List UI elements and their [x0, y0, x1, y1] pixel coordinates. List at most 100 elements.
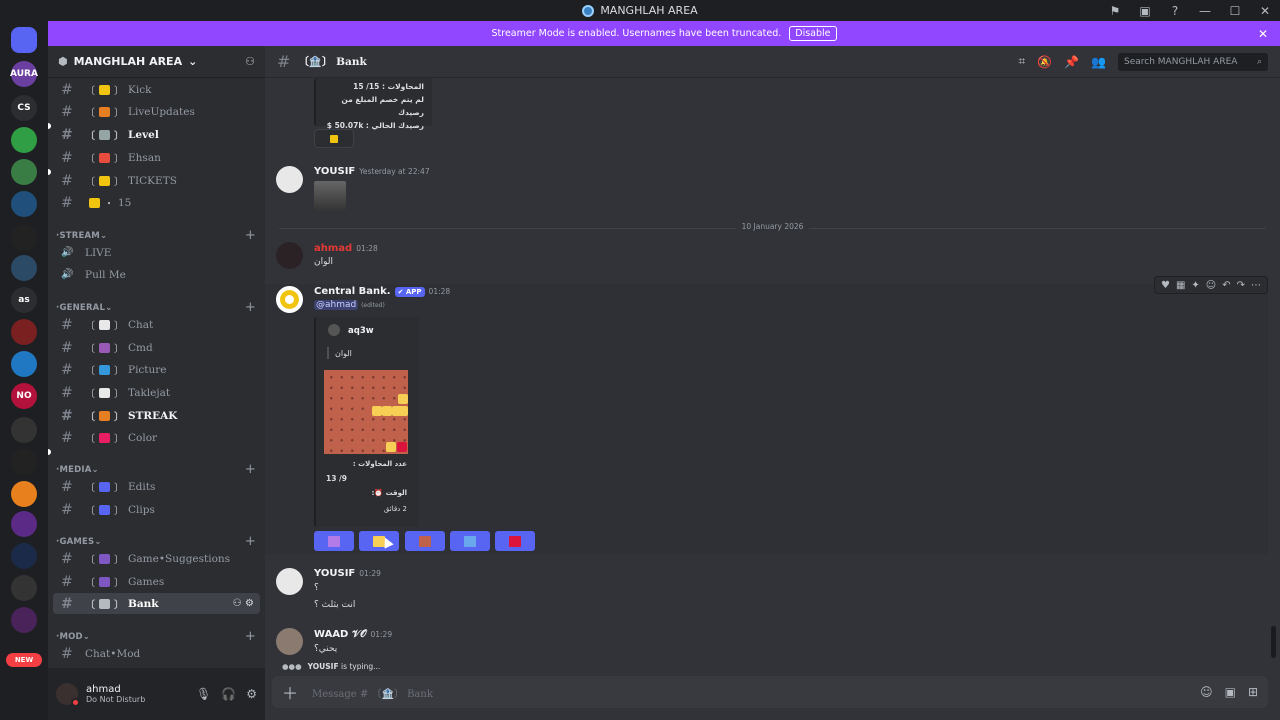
server-icon[interactable]	[11, 255, 37, 281]
author-name[interactable]: WAAD 𝒱𝒪	[314, 629, 366, 640]
new-badge[interactable]: NEW	[6, 653, 42, 667]
sparkle-reaction-icon[interactable]: ✦	[1191, 280, 1199, 291]
avatar[interactable]	[56, 683, 80, 707]
microphone-icon[interactable]: 🎙	[196, 687, 211, 701]
server-icon[interactable]	[11, 417, 37, 443]
avatar[interactable]	[276, 166, 303, 193]
category-header[interactable]: · GAMES ⌄ +	[56, 534, 256, 549]
server-icon[interactable]	[11, 449, 37, 475]
sticker-reaction-icon[interactable]: ▦	[1176, 280, 1185, 291]
sticker-icon[interactable]: ▣	[1225, 685, 1236, 699]
server-icon[interactable]: CS	[11, 95, 37, 121]
inbox-icon[interactable]: ▣	[1130, 4, 1160, 18]
channel-item[interactable]: # 〔 〕 Bank ⚇ ⚙	[53, 593, 260, 614]
user-mention[interactable]: @ahmad	[314, 300, 359, 310]
channel-item[interactable]: # 〔 〕 Games	[53, 571, 260, 592]
channel-settings-icon[interactable]: ⚇ ⚙	[233, 598, 254, 609]
category-header[interactable]: · MEDIA ⌄ +	[56, 462, 256, 477]
forward-icon[interactable]: ↷	[1237, 280, 1245, 291]
avatar[interactable]	[276, 242, 303, 269]
color-choice-button[interactable]	[450, 531, 490, 551]
minimize-button[interactable]: —	[1190, 4, 1220, 18]
channel-item[interactable]: # 〔 〕 Ehsan	[53, 147, 260, 168]
color-choice-button[interactable]	[314, 531, 354, 551]
channel-item[interactable]: # 〔 〕 Level	[53, 124, 260, 145]
add-member-icon[interactable]: ⚇	[245, 55, 255, 68]
channel-item[interactable]: # 〔 〕 Cmd	[53, 337, 260, 358]
channel-item[interactable]: # Chat•Mod	[53, 643, 260, 664]
add-channel-icon[interactable]: +	[245, 228, 256, 243]
channel-item[interactable]: 🔊 Pull Me	[53, 264, 260, 285]
add-channel-icon[interactable]: +	[245, 462, 256, 477]
channel-item[interactable]: # 〔 〕 Clips	[53, 499, 260, 520]
channel-item[interactable]: # 〔 〕 Game•Suggestions	[53, 548, 260, 569]
category-header[interactable]: · STREAM ⌄ +	[56, 228, 256, 243]
member-list-icon[interactable]: 👥	[1091, 55, 1106, 69]
channel-item[interactable]: # 〔 〕 TICKETS	[53, 170, 260, 191]
color-choice-button[interactable]	[359, 531, 399, 551]
category-header[interactable]: · GENERAL ⌄ +	[56, 300, 256, 315]
author-name[interactable]: ahmad	[314, 243, 352, 254]
server-icon[interactable]	[11, 511, 37, 537]
channel-item[interactable]: # 〔 〕 Taklejat	[53, 382, 260, 403]
channel-item[interactable]: # 〔 〕 Kick	[53, 79, 260, 100]
server-icon[interactable]: as	[11, 287, 37, 313]
author-name[interactable]: YOUSIF	[314, 568, 355, 579]
flag-icon[interactable]: ⚑	[1100, 4, 1130, 18]
more-icon[interactable]: ⋯	[1251, 280, 1261, 291]
author-name[interactable]: Central Bank.	[314, 286, 391, 297]
server-icon[interactable]	[11, 543, 37, 569]
heart-reaction-icon[interactable]: ♥	[1161, 280, 1170, 291]
channel-item[interactable]: # 〔 〕 Picture	[53, 359, 260, 380]
pin-icon[interactable]: 📌	[1064, 55, 1079, 69]
channel-item[interactable]: # 〔 〕 Chat	[53, 314, 260, 335]
server-header[interactable]: ⬢ MANGHLAH AREA ⌄ ⚇	[48, 46, 265, 78]
server-icon[interactable]	[11, 575, 37, 601]
channel-item[interactable]: # 〔 〕 Color	[53, 427, 260, 448]
server-icon[interactable]	[11, 127, 37, 153]
close-button[interactable]: ✕	[1250, 4, 1280, 18]
threads-icon[interactable]: ⌗	[1018, 54, 1025, 69]
server-icon[interactable]	[11, 225, 37, 251]
add-channel-icon[interactable]: +	[245, 534, 256, 549]
server-icon[interactable]	[11, 191, 37, 217]
channel-item[interactable]: # 〔 〕 Edits	[53, 476, 260, 497]
channel-item[interactable]: # ・ 15	[53, 192, 260, 213]
message-input[interactable]: Message # 〔🏦〕 Bank	[312, 685, 433, 700]
server-icon[interactable]: NO	[11, 383, 37, 409]
disable-button[interactable]: Disable	[789, 26, 837, 41]
close-banner-icon[interactable]: ✕	[1258, 27, 1268, 41]
reaction-chip[interactable]	[314, 129, 354, 148]
reply-icon[interactable]: ↶	[1222, 280, 1230, 291]
add-channel-icon[interactable]: +	[245, 629, 256, 644]
server-icon[interactable]	[11, 351, 37, 377]
color-choice-button[interactable]	[495, 531, 535, 551]
server-icon[interactable]	[11, 27, 37, 53]
emoji-icon[interactable]: ☺	[1200, 685, 1213, 699]
server-icon[interactable]	[11, 607, 37, 633]
server-icon[interactable]: AURA	[10, 61, 38, 87]
channel-item[interactable]: # 〔 〕 LiveUpdates	[53, 101, 260, 122]
scrollbar[interactable]	[1271, 626, 1276, 658]
channel-item[interactable]: # 〔 〕 STREAK	[53, 405, 260, 426]
maximize-button[interactable]: ☐	[1220, 4, 1250, 18]
author-name[interactable]: YOUSIF	[314, 166, 355, 177]
image-attachment[interactable]	[314, 181, 346, 211]
avatar[interactable]	[276, 568, 303, 595]
add-reaction-icon[interactable]: ☺	[1206, 280, 1216, 291]
help-icon[interactable]: ?	[1160, 4, 1190, 18]
server-icon[interactable]	[11, 319, 37, 345]
channel-item[interactable]: 🔊 LIVE	[53, 242, 260, 263]
search-input[interactable]: Search MANGHLAH AREA ⌕	[1118, 52, 1268, 71]
bank-logo-avatar[interactable]	[276, 286, 303, 313]
server-icon[interactable]	[11, 481, 37, 507]
category-header[interactable]: · MOD ⌄ +	[56, 629, 256, 644]
color-choice-button[interactable]	[405, 531, 445, 551]
gift-icon[interactable]: ⊞	[1248, 685, 1258, 699]
server-icon[interactable]	[11, 159, 37, 185]
avatar[interactable]	[276, 628, 303, 655]
settings-gear-icon[interactable]: ⚙	[246, 687, 257, 701]
notification-bell-icon[interactable]: 🔕	[1037, 55, 1052, 69]
headphones-icon[interactable]: 🎧	[221, 687, 236, 701]
attach-plus-icon[interactable]: ＋	[282, 680, 298, 704]
